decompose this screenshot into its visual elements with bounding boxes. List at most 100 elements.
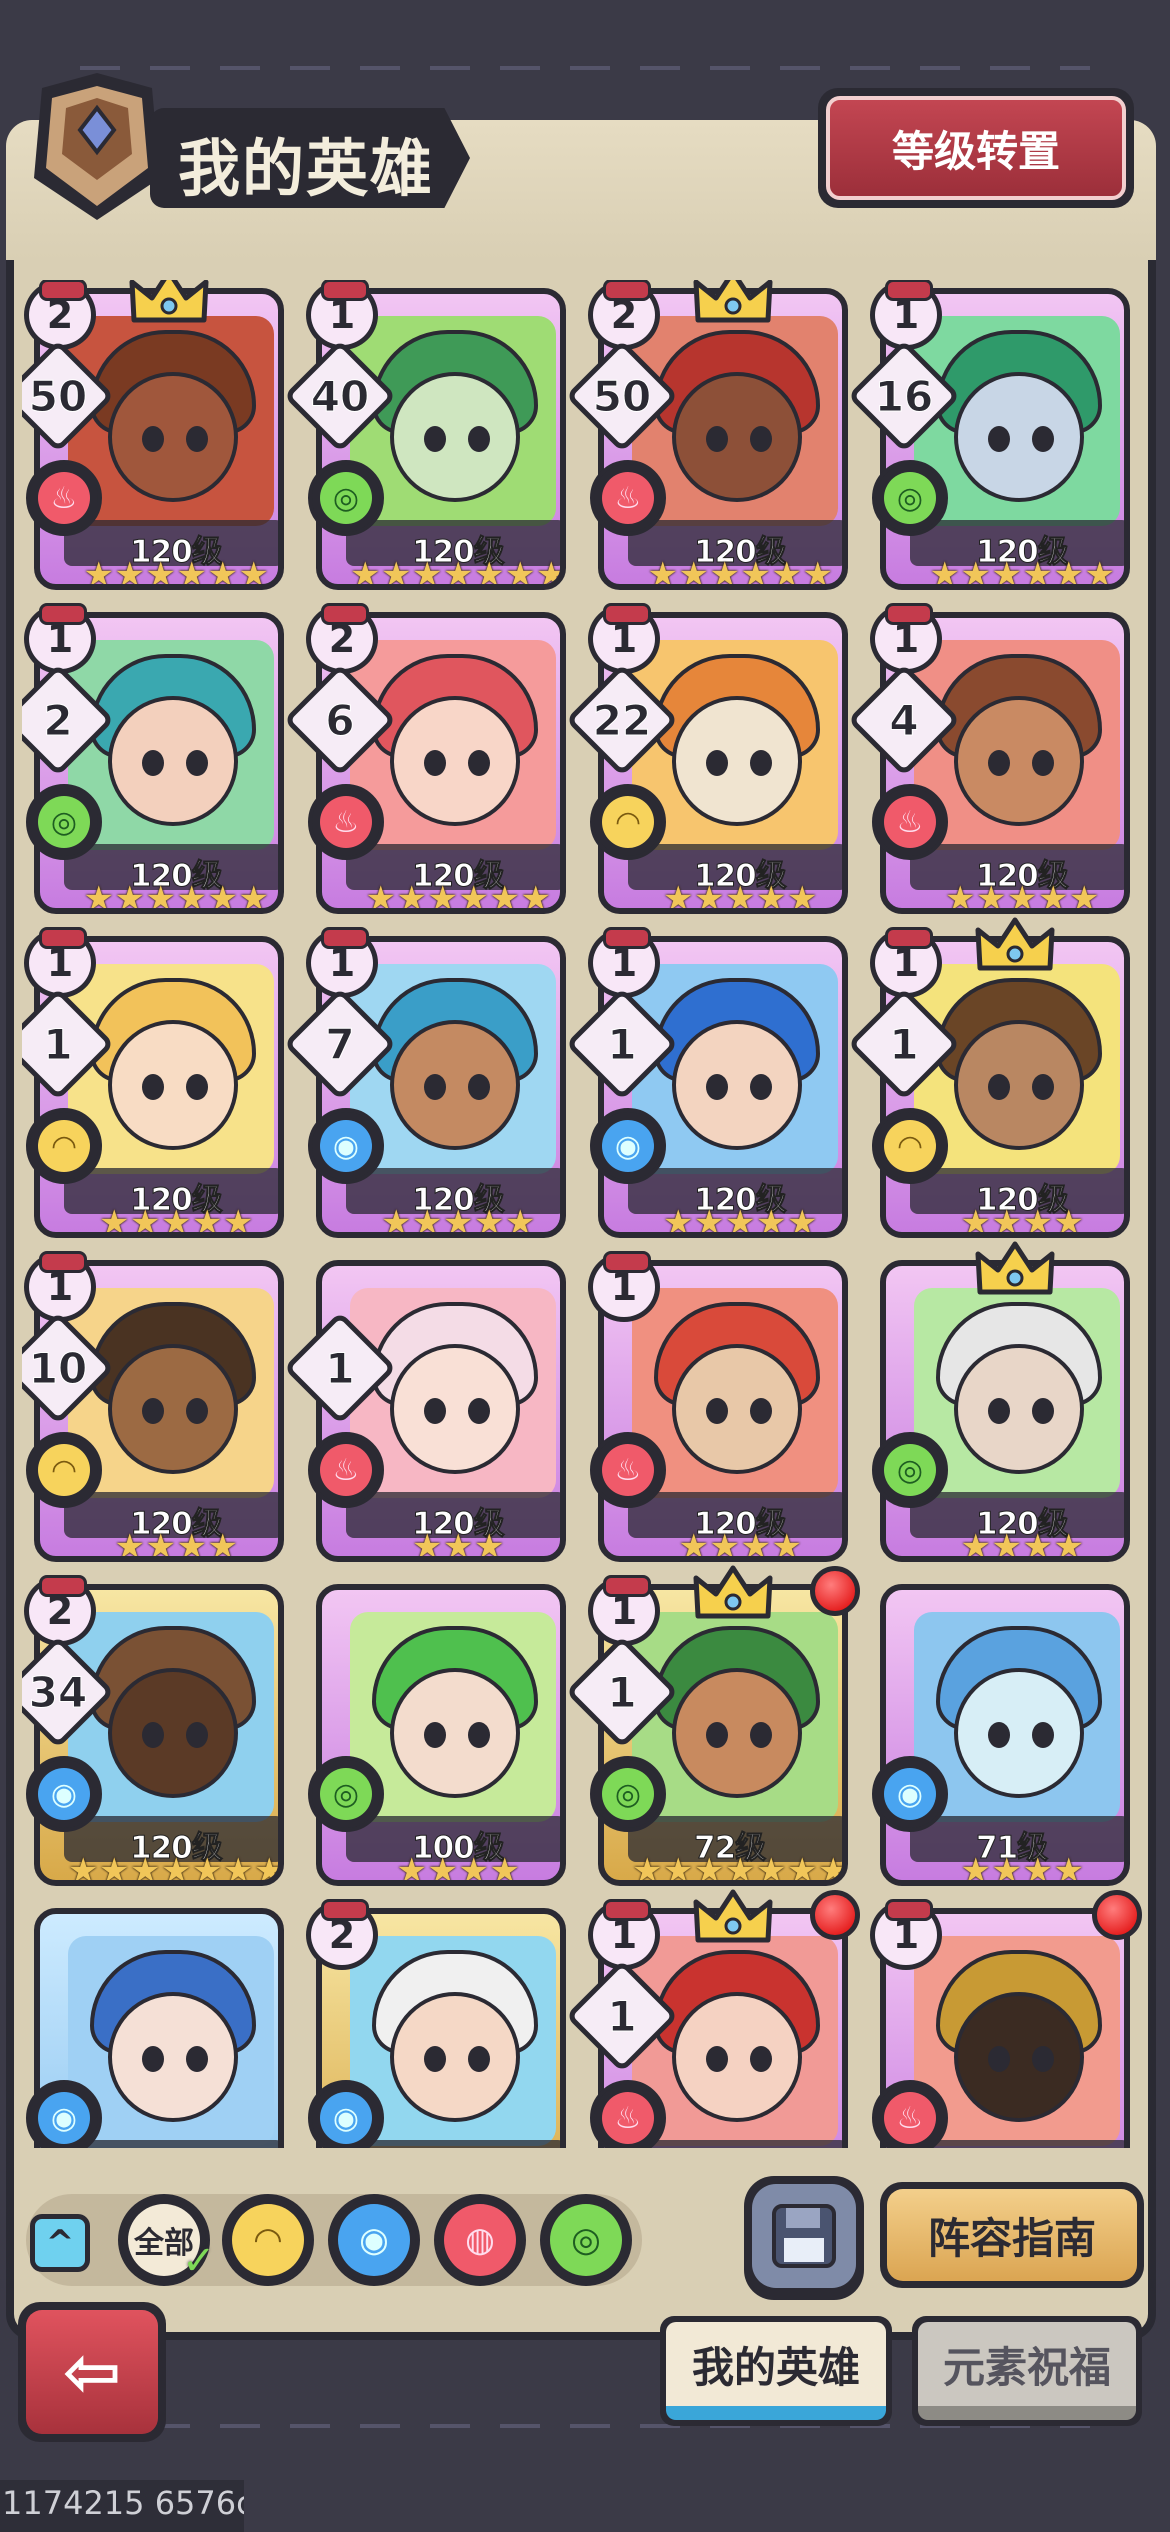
hero-card[interactable]: 120级 ★ ★ ★ ★ ★ ★ ◎ 1 2 <box>22 603 284 914</box>
star-icon: ★ <box>238 879 269 914</box>
star-icon: ★ <box>458 879 489 914</box>
star-icon: ★ <box>443 1203 474 1238</box>
hero-card[interactable]: 120级 ★ ★ ★ ★ ★ ★ ♨ 2 6 <box>283 603 566 914</box>
hero-card[interactable]: 120级 ★ ★ ★ ★ ★ ◠ 1 22 <box>565 603 848 914</box>
filter-fire-button[interactable]: ◍ <box>434 2194 526 2286</box>
star-icon: ★ <box>381 555 412 590</box>
star-icon: ★ <box>223 1203 254 1238</box>
star-icon: ★ <box>458 1851 489 1886</box>
rank-badge: 1 <box>870 927 942 998</box>
rank-badge: 1 <box>870 603 942 674</box>
rank-badge: 1 <box>588 1575 660 1646</box>
hero-card[interactable]: 1级 ♨ 1 1 <box>565 1889 860 2148</box>
star-icon: ★ <box>663 1203 694 1238</box>
star-icon: ★ <box>161 1851 192 1886</box>
rank-value: 1 <box>610 1265 638 1309</box>
rank-value: 2 <box>328 1913 356 1957</box>
hero-card[interactable]: 120级 ★ ★ ★ ★ ◠ 1 1 <box>847 917 1130 1238</box>
hero-level: 1级 <box>976 2146 1027 2148</box>
star-icon: ★ <box>1038 879 1069 914</box>
hero-card[interactable]: 120级 ★ ★ ★ ★ ◠ 1 10 <box>22 1251 284 1562</box>
hero-count: 4 <box>889 696 919 746</box>
earth-element-icon: ◠ <box>872 1108 948 1184</box>
star-icon: ★ <box>694 879 725 914</box>
notification-dot <box>1092 1890 1142 1940</box>
hero-card[interactable]: 1级 ♨ 1 <box>868 1890 1142 2148</box>
star-icon: ★ <box>678 1527 709 1562</box>
hero-card[interactable]: 120级 ★ ★ ★ ♨ 1 <box>283 1252 566 1562</box>
rank-value: 1 <box>892 1913 920 1957</box>
rank-value: 1 <box>46 617 74 661</box>
star-icon: ★ <box>787 1203 818 1238</box>
app-root: { "header": { "title": "我的英雄", "level_tr… <box>0 0 1170 2532</box>
hero-count: 40 <box>310 372 370 422</box>
hero-card[interactable]: 100级 ★ ★ ★ ★ ◎ <box>304 1576 566 1886</box>
level-transfer-button[interactable]: 等级转置 <box>818 88 1134 208</box>
back-button[interactable]: ⇦ <box>18 2302 166 2442</box>
collapse-button[interactable]: ^ <box>30 2214 90 2272</box>
star-icon: ★ <box>740 1527 771 1562</box>
hero-card[interactable]: 120级 ★ ★ ★ ★ ★ ◠ 1 1 <box>22 927 284 1238</box>
card-frame: 100级 ★ ★ ★ ★ <box>316 1584 566 1886</box>
filter-water-button[interactable]: ◉ <box>328 2194 420 2286</box>
tab-my-heroes[interactable]: 我的英雄 <box>660 2316 892 2426</box>
star-icon: ★ <box>536 555 566 590</box>
tab-element-blessing[interactable]: 元素祝福 <box>912 2316 1142 2426</box>
star-icon: ★ <box>991 1527 1022 1562</box>
crown-icon <box>975 917 1055 971</box>
star-rating: ★ ★ ★ ★ ★ <box>910 879 1124 914</box>
rank-badge: 2 <box>306 1899 378 1970</box>
water-element-icon: ◉ <box>308 2080 384 2148</box>
fire-element-icon: ♨ <box>590 460 666 536</box>
rank-badge: 1 <box>306 927 378 998</box>
crown-icon <box>693 1889 773 1943</box>
hero-grid: 120级 ★ ★ ★ ★ ★ ★ ♨ 2 50 120级 ★ ★ ★ ★ ★ ★ ★ ◎ 1 40 120级 ★ ★ ★ ★ ★ ★ ♨… <box>22 280 1142 2148</box>
hero-card[interactable]: 120级 ★ ★ ★ ★ ★ ★ ★ ◉ 2 34 <box>22 1575 284 1886</box>
notification-dot <box>810 1890 860 1940</box>
filter-wind-button[interactable]: ◎ <box>540 2194 632 2286</box>
helmet-emblem-icon <box>34 73 160 220</box>
star-icon: ★ <box>161 1203 192 1238</box>
star-icon: ★ <box>991 1851 1022 1886</box>
star-icon: ★ <box>145 879 176 914</box>
hero-card[interactable]: 71级 ★ ★ ★ ★ ◉ <box>868 1576 1130 1886</box>
hero-card[interactable]: 120级 ★ ★ ★ ★ ★ ★ ★ ◎ 1 40 <box>283 280 566 590</box>
filter-earth-button[interactable]: ◠ <box>222 2194 314 2286</box>
star-icon: ★ <box>787 879 818 914</box>
star-rating: ★ ★ ★ ★ ★ ★ ★ <box>346 555 566 590</box>
footer-id-text: 1174215 6576ca <box>0 2480 244 2532</box>
water-element-icon: ◉ <box>308 1108 384 1184</box>
hero-card[interactable]: 120级 ★ ★ ★ ★ ★ ◉ 1 1 <box>565 927 848 1238</box>
hero-card[interactable]: 2级 ◉ 2 <box>304 1899 566 2148</box>
rank-badge: 1 <box>588 927 660 998</box>
hero-card[interactable]: 10级 ◉ <box>22 1900 284 2148</box>
star-rating: ★ ★ ★ ★ ★ ★ ★ <box>64 1851 278 1886</box>
crown-icon <box>693 1565 773 1619</box>
hero-card[interactable]: 120级 ★ ★ ★ ★ ◎ <box>868 1241 1130 1562</box>
crown-icon <box>975 1241 1055 1295</box>
hero-count: 1 <box>607 1668 637 1718</box>
star-icon: ★ <box>960 1527 991 1562</box>
fire-element-icon: ♨ <box>308 1432 384 1508</box>
check-icon: ✓ <box>182 2238 216 2284</box>
star-rating: ★ ★ ★ ★ <box>346 1851 560 1886</box>
tab-element-blessing-label: 元素祝福 <box>918 2322 1136 2420</box>
star-icon: ★ <box>145 1527 176 1562</box>
hero-card[interactable]: 72级 ★ ★ ★ ★ ★ ★ ★ ◎ 1 1 <box>565 1565 860 1886</box>
hero-count: 10 <box>28 1344 88 1394</box>
hero-card[interactable]: 120级 ★ ★ ★ ★ ★ ◉ 1 7 <box>283 927 566 1238</box>
star-icon: ★ <box>83 879 114 914</box>
rank-value: 2 <box>328 617 356 661</box>
star-icon: ★ <box>396 1851 427 1886</box>
level-transfer-label: 等级转置 <box>826 96 1126 200</box>
hero-card[interactable]: 120级 ★ ★ ★ ★ ★ ★ ♨ 2 50 <box>22 280 284 590</box>
save-lineup-button[interactable] <box>744 2176 864 2300</box>
hero-card[interactable]: 120级 ★ ★ ★ ★ ♨ 1 <box>586 1251 848 1562</box>
star-icon: ★ <box>756 1203 787 1238</box>
rank-badge: 1 <box>870 280 942 350</box>
star-icon: ★ <box>976 879 1007 914</box>
hero-card[interactable]: 120级 ★ ★ ★ ★ ★ ★ ◎ 1 16 <box>847 280 1130 590</box>
hero-card[interactable]: 120级 ★ ★ ★ ★ ★ ★ ♨ 2 50 <box>565 280 848 590</box>
lineup-guide-button[interactable]: 阵容指南 <box>880 2182 1144 2288</box>
hero-card[interactable]: 120级 ★ ★ ★ ★ ★ ♨ 1 4 <box>847 603 1130 914</box>
